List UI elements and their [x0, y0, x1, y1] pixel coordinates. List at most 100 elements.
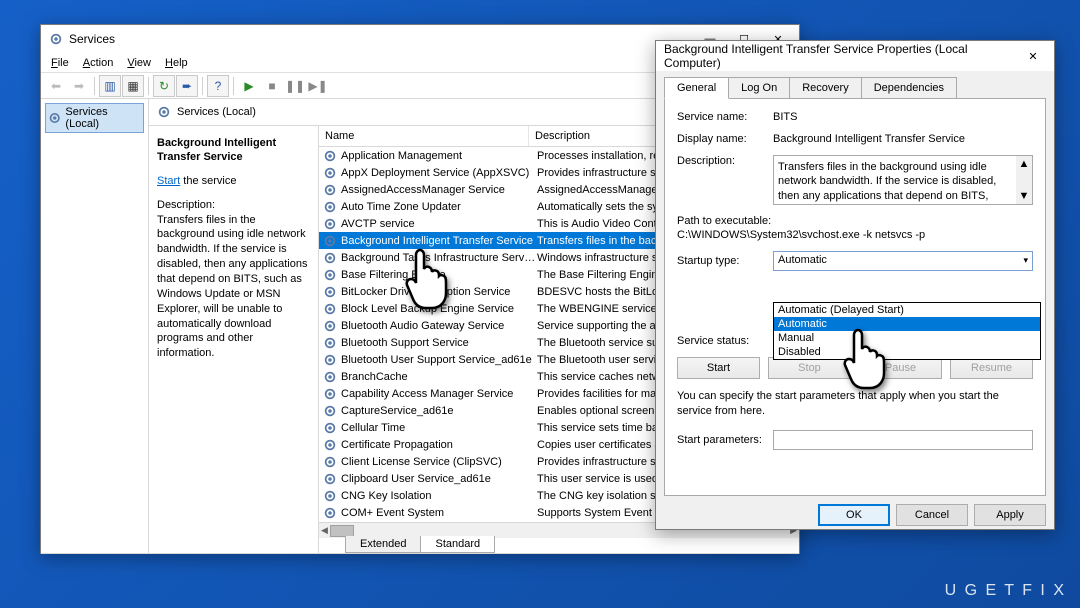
service-name: AVCTP service	[341, 218, 537, 230]
service-name: Bluetooth User Support Service_ad61e	[341, 354, 537, 366]
gear-icon	[323, 353, 337, 367]
gear-icon	[323, 455, 337, 469]
description-body: Transfers files in the background using …	[157, 213, 310, 361]
gear-icon	[323, 268, 337, 282]
service-name: BranchCache	[341, 371, 537, 383]
gear-icon	[323, 506, 337, 520]
props-title: Background Intelligent Transfer Service …	[664, 42, 1016, 70]
column-name[interactable]: Name	[319, 126, 529, 146]
resume-button[interactable]: Resume	[950, 357, 1033, 379]
stop-button[interactable]: Stop	[768, 357, 851, 379]
window-title: Services	[69, 32, 693, 46]
export-button[interactable]: ➨	[176, 75, 198, 97]
props-tabs: General Log On Recovery Dependencies	[656, 71, 1054, 99]
show-hide-button[interactable]: ▥	[99, 75, 121, 97]
service-name: Cellular Time	[341, 422, 537, 434]
dropdown-item-manual[interactable]: Manual	[774, 331, 1040, 345]
gear-icon	[323, 387, 337, 401]
gear-icon	[323, 149, 337, 163]
startup-type-select[interactable]: Automatic▾	[773, 251, 1033, 271]
services-icon	[49, 32, 63, 46]
restart-service-button[interactable]: ▶❚	[307, 75, 329, 97]
tab-recovery[interactable]: Recovery	[789, 77, 861, 99]
path-value: C:\WINDOWS\System32\svchost.exe -k netsv…	[677, 229, 1033, 241]
pause-service-button[interactable]: ❚❚	[284, 75, 306, 97]
display-name-label: Display name:	[677, 133, 773, 145]
gear-icon	[323, 489, 337, 503]
menu-action[interactable]: Action	[77, 55, 120, 71]
apply-button[interactable]: Apply	[974, 504, 1046, 526]
cancel-button[interactable]: Cancel	[896, 504, 968, 526]
gear-icon	[323, 234, 337, 248]
gear-icon	[323, 217, 337, 231]
refresh-button[interactable]: ↻	[153, 75, 175, 97]
gear-icon	[323, 166, 337, 180]
start-service-button[interactable]: ▶	[238, 75, 260, 97]
gear-icon	[323, 183, 337, 197]
stop-service-button[interactable]: ■	[261, 75, 283, 97]
description-scrollbar[interactable]: ▲▼	[1016, 156, 1032, 204]
gear-icon	[323, 302, 337, 316]
startup-type-label: Startup type:	[677, 255, 773, 267]
service-name: CaptureService_ad61e	[341, 405, 537, 417]
menu-view[interactable]: View	[121, 55, 157, 71]
service-name-label: Service name:	[677, 111, 773, 123]
dropdown-item-automatic[interactable]: Automatic	[774, 317, 1040, 331]
pause-button[interactable]: Pause	[859, 357, 942, 379]
properties-button[interactable]: ▦	[122, 75, 144, 97]
watermark: U G E T F I X	[945, 582, 1066, 600]
service-name: Bluetooth Audio Gateway Service	[341, 320, 537, 332]
service-name: COM+ Event System	[341, 507, 537, 519]
properties-dialog: Background Intelligent Transfer Service …	[655, 40, 1055, 530]
service-status-label: Service status:	[677, 335, 773, 347]
service-name: Background Tasks Infrastructure Service	[341, 252, 537, 264]
service-name: BitLocker Drive Encryption Service	[341, 286, 537, 298]
service-name-value: BITS	[773, 111, 1033, 123]
gear-icon	[323, 200, 337, 214]
selected-service-title: Background Intelligent Transfer Service	[157, 136, 310, 165]
details-pane: Background Intelligent Transfer Service …	[149, 126, 319, 553]
gear-icon	[323, 319, 337, 333]
props-close-button[interactable]: ✕	[1016, 45, 1050, 67]
start-params-label: Start parameters:	[677, 434, 773, 446]
back-button[interactable]: ⬅	[45, 75, 67, 97]
description-label: Description:	[157, 199, 310, 211]
gear-icon	[323, 285, 337, 299]
tree-services-local[interactable]: Services (Local)	[45, 103, 144, 133]
forward-button[interactable]: ➡	[68, 75, 90, 97]
service-name: Certificate Propagation	[341, 439, 537, 451]
params-note: You can specify the start parameters tha…	[677, 389, 1033, 420]
service-name: Clipboard User Service_ad61e	[341, 473, 537, 485]
main-header-text: Services (Local)	[177, 106, 256, 118]
tab-logon[interactable]: Log On	[728, 77, 790, 99]
service-name: Block Level Backup Engine Service	[341, 303, 537, 315]
tab-dependencies[interactable]: Dependencies	[861, 77, 957, 99]
start-service-link-row: Start the service	[157, 175, 310, 187]
menu-help[interactable]: Help	[159, 55, 194, 71]
service-name: Base Filtering Engine	[341, 269, 537, 281]
description-box: Transfers files in the background using …	[773, 155, 1033, 205]
tab-extended[interactable]: Extended	[345, 536, 421, 553]
help-button[interactable]: ?	[207, 75, 229, 97]
start-service-link[interactable]: Start	[157, 175, 180, 187]
start-button[interactable]: Start	[677, 357, 760, 379]
tree-services-label: Services (Local)	[65, 106, 141, 130]
service-name: Client License Service (ClipSVC)	[341, 456, 537, 468]
ok-button[interactable]: OK	[818, 504, 890, 526]
menu-file[interactable]: File	[45, 55, 75, 71]
props-titlebar[interactable]: Background Intelligent Transfer Service …	[656, 41, 1054, 71]
service-name: Background Intelligent Transfer Service	[341, 235, 537, 247]
start-params-input[interactable]	[773, 430, 1033, 450]
startup-type-dropdown[interactable]: Automatic (Delayed Start) Automatic Manu…	[773, 302, 1041, 360]
tab-general[interactable]: General	[664, 77, 729, 99]
dropdown-item-delayed[interactable]: Automatic (Delayed Start)	[774, 303, 1040, 317]
service-name: Application Management	[341, 150, 537, 162]
service-name: AssignedAccessManager Service	[341, 184, 537, 196]
tab-standard[interactable]: Standard	[420, 536, 495, 553]
service-name: Capability Access Manager Service	[341, 388, 537, 400]
statusbar	[41, 553, 799, 571]
dropdown-item-disabled[interactable]: Disabled	[774, 345, 1040, 359]
dropdown-arrow-icon: ▾	[1023, 255, 1028, 266]
general-panel: Service name:BITS Display name:Backgroun…	[664, 98, 1046, 496]
gear-icon	[157, 105, 171, 119]
